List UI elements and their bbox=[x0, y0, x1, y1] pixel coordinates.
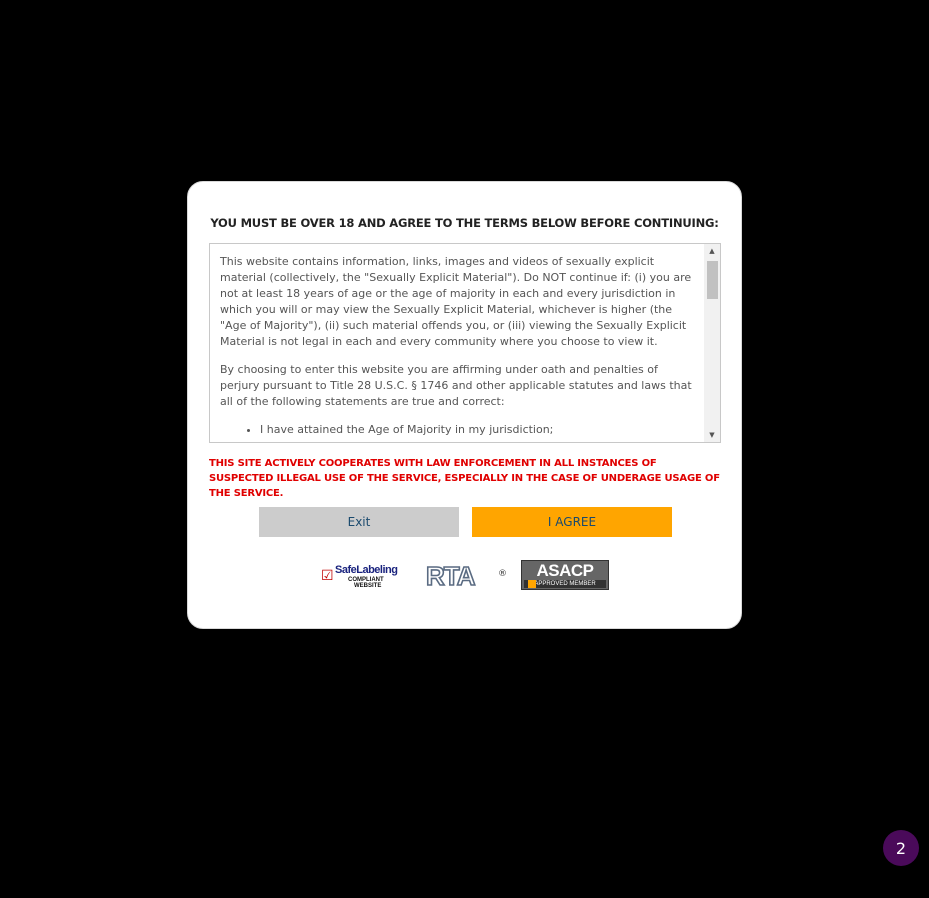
scrollbar[interactable]: ▲ ▼ bbox=[704, 244, 720, 442]
scroll-down-arrow-icon[interactable]: ▼ bbox=[704, 428, 720, 442]
modal-title: YOU MUST BE OVER 18 AND AGREE TO THE TER… bbox=[210, 216, 719, 230]
exit-button[interactable]: Exit bbox=[259, 507, 459, 537]
check-icon bbox=[528, 580, 536, 588]
certification-logos: ☑ SafeLabeling COMPLIANT WEBSITE RTA ® A… bbox=[188, 559, 741, 597]
terms-scroll-box[interactable]: This website contains information, links… bbox=[209, 243, 721, 443]
asacp-logo: ASACP APPROVED MEMBER bbox=[521, 560, 609, 590]
terms-content: This website contains information, links… bbox=[220, 254, 692, 438]
notification-badge[interactable]: 2 bbox=[883, 830, 919, 866]
terms-list-item: I have attained the Age of Majority in m… bbox=[260, 422, 692, 438]
agree-button[interactable]: I AGREE bbox=[472, 507, 672, 537]
safelabeling-logo: ☑ SafeLabeling COMPLIANT WEBSITE bbox=[321, 564, 398, 589]
scrollbar-thumb[interactable] bbox=[707, 261, 718, 299]
checkbox-icon: ☑ bbox=[321, 568, 334, 584]
terms-list: I have attained the Age of Majority in m… bbox=[220, 422, 692, 438]
terms-paragraph: By choosing to enter this website you ar… bbox=[220, 363, 692, 408]
terms-paragraph: This website contains information, links… bbox=[220, 255, 692, 348]
age-verification-modal: YOU MUST BE OVER 18 AND AGREE TO THE TER… bbox=[187, 181, 742, 629]
law-enforcement-warning: THIS SITE ACTIVELY COOPERATES WITH LAW E… bbox=[209, 458, 720, 499]
rta-logo: RTA ® bbox=[425, 560, 507, 592]
scroll-up-arrow-icon[interactable]: ▲ bbox=[704, 244, 720, 258]
